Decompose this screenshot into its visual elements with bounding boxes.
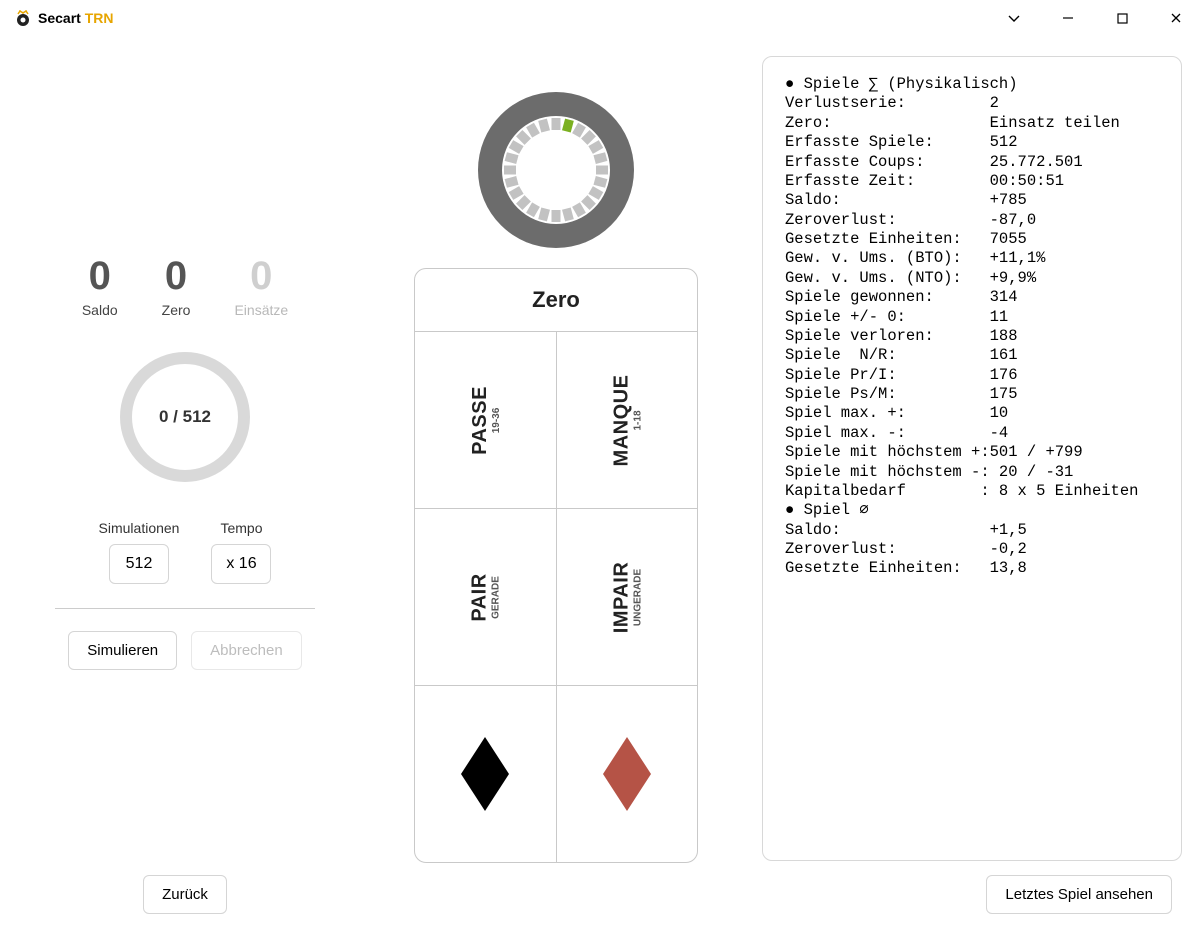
back-button[interactable]: Zurück [143, 875, 227, 914]
stats-line: ● Spiel ∅ [785, 501, 1159, 520]
stats-line: Spiele gewonnen: 314 [785, 288, 1159, 307]
stats-line: Spiel max. -: -4 [785, 424, 1159, 443]
board-noir[interactable] [415, 686, 557, 862]
board-rouge[interactable] [557, 686, 698, 862]
divider [55, 608, 315, 609]
simulations-input[interactable] [109, 544, 169, 584]
progress-ring-text: 0 / 512 [159, 407, 211, 427]
view-last-game-button[interactable]: Letztes Spiel ansehen [986, 875, 1172, 914]
stats-line: Zeroverlust: -0,2 [785, 540, 1159, 559]
stats-line: ● Spiele ∑ (Physikalisch) [785, 75, 1159, 94]
stats-line: Spiele verloren: 188 [785, 327, 1159, 346]
stats-line: Erfasste Zeit: 00:50:51 [785, 172, 1159, 191]
left-panel: 0 Saldo 0 Zero 0 Einsätze 0 / 512 Simula… [20, 56, 350, 914]
cancel-button: Abbrechen [191, 631, 302, 670]
board-passe[interactable]: PASSE 19-36 [415, 332, 557, 508]
board-zero[interactable]: Zero [415, 269, 697, 332]
progress-ring: 0 / 512 [120, 352, 250, 482]
roulette-wheel-icon [476, 90, 636, 250]
stats-line: Spiele N/R: 161 [785, 346, 1159, 365]
simulate-button[interactable]: Simulieren [68, 631, 177, 670]
stats-panel: ● Spiele ∑ (Physikalisch)Verlustserie: 2… [762, 56, 1182, 861]
stats-line: Gew. v. Ums. (BTO): +11,1% [785, 249, 1159, 268]
tempo-input[interactable] [211, 544, 271, 584]
stats-line: Spiele mit höchstem +:501 / +799 [785, 443, 1159, 462]
stats-line: Spiele Ps/M: 175 [785, 385, 1159, 404]
stats-line: Zero: Einsatz teilen [785, 114, 1159, 133]
stats-line: Gesetzte Einheiten: 7055 [785, 230, 1159, 249]
stats-line: Verlustserie: 2 [785, 94, 1159, 113]
simulations-field: Simulationen [99, 520, 180, 584]
tempo-field: Tempo [211, 520, 271, 584]
stats-line: Spiele Pr/I: 176 [785, 366, 1159, 385]
stats-line: Saldo: +1,5 [785, 521, 1159, 540]
maximize-button[interactable] [1106, 2, 1138, 34]
board-pair[interactable]: PAIR GERADE [415, 509, 557, 685]
stats-line: Erfasste Coups: 25.772.501 [785, 153, 1159, 172]
counter-einsaetze: 0 Einsätze [234, 256, 288, 318]
stats-line: Spiele +/- 0: 11 [785, 308, 1159, 327]
center-panel: Zero PASSE 19-36 MANQUE 1-18 [376, 56, 736, 914]
minimize-button[interactable] [1052, 2, 1084, 34]
board-manque[interactable]: MANQUE 1-18 [557, 332, 698, 508]
stats-line: Spiel max. +: 10 [785, 404, 1159, 423]
app-logo-icon [14, 9, 32, 27]
stats-line: Spiele mit höchstem -: 20 / -31 [785, 463, 1159, 482]
stats-line: Saldo: +785 [785, 191, 1159, 210]
app-title: Secart TRN [38, 10, 113, 26]
betting-board: Zero PASSE 19-36 MANQUE 1-18 [414, 268, 698, 863]
counter-saldo: 0 Saldo [82, 256, 118, 318]
stats-line: Zeroverlust: -87,0 [785, 211, 1159, 230]
stats-line: Gesetzte Einheiten: 13,8 [785, 559, 1159, 578]
collapse-chevron-icon[interactable] [998, 2, 1030, 34]
board-impair[interactable]: IMPAIR UNGERADE [557, 509, 698, 685]
title-bar: Secart TRN [0, 0, 1202, 36]
stats-line: Erfasste Spiele: 512 [785, 133, 1159, 152]
stats-line: Kapitalbedarf : 8 x 5 Einheiten [785, 482, 1159, 501]
counter-zero: 0 Zero [162, 256, 191, 318]
stats-line: Gew. v. Ums. (NTO): +9,9% [785, 269, 1159, 288]
close-button[interactable] [1160, 2, 1192, 34]
